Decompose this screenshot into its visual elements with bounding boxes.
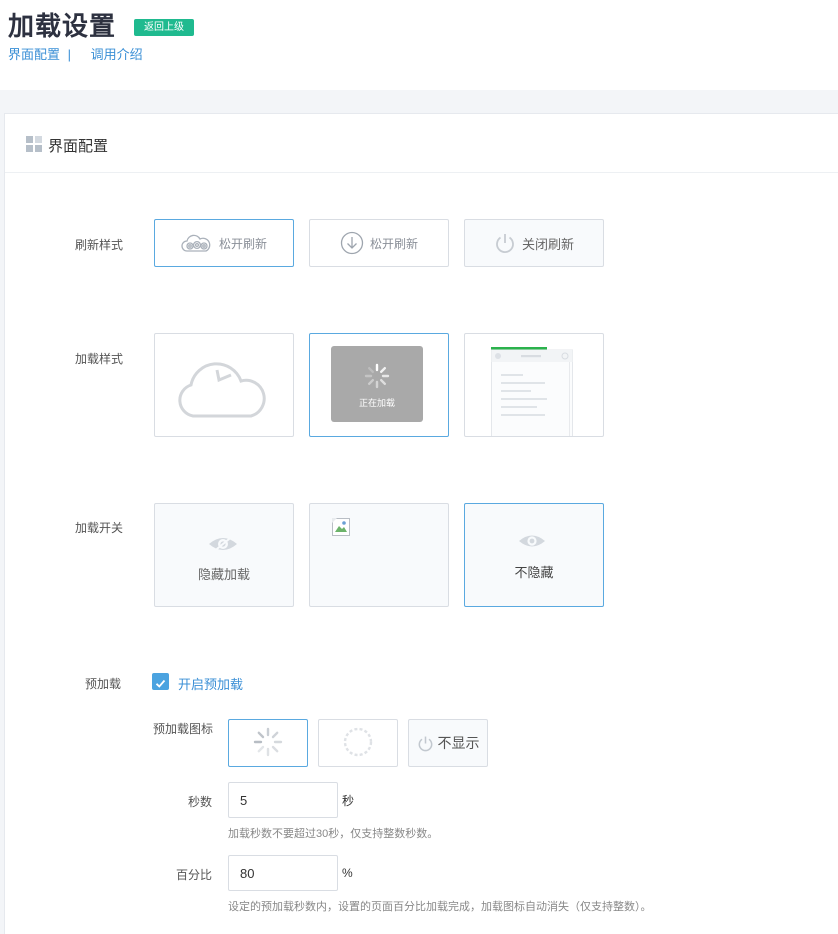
spinner-icon	[364, 363, 390, 394]
seconds-input[interactable]	[228, 782, 338, 818]
page-header: 加载设置 返回上级 界面配置 | 调用介绍	[0, 0, 838, 90]
panel-title: 界面配置	[48, 138, 109, 155]
preload-icon-label: 预加载图标	[152, 722, 213, 736]
load-style-label: 加载样式	[74, 352, 123, 366]
preload-label: 预加载	[84, 677, 121, 691]
eye-icon	[517, 531, 547, 556]
nav-link-ui-config[interactable]: 界面配置	[8, 44, 60, 63]
refresh-style-label: 刷新样式	[74, 238, 123, 252]
arrow-down-circle-icon	[340, 231, 364, 255]
preload-icon-none[interactable]: 不显示	[408, 719, 488, 767]
refresh-option-cloud[interactable]: 松开刷新	[154, 219, 294, 267]
cloud-swirl-icon	[181, 233, 213, 253]
preload-icon-spinner[interactable]	[228, 719, 308, 767]
load-option-cloud[interactable]	[154, 333, 294, 437]
percent-input[interactable]	[228, 855, 338, 891]
preload-icon-none-label: 不显示	[437, 735, 480, 751]
panel-header: 界面配置	[5, 114, 838, 173]
switch-option-label: 隐藏加载	[197, 567, 250, 582]
load-option-spinner[interactable]: 正在加载	[309, 333, 449, 437]
preload-icon-ring[interactable]	[318, 719, 398, 767]
seconds-unit: 秒	[342, 794, 355, 808]
percent-label: 百分比	[175, 868, 212, 882]
spinner-icon	[253, 727, 283, 760]
refresh-option-label: 松开刷新	[218, 236, 267, 251]
switch-option-show[interactable]: 不隐藏	[464, 503, 604, 607]
seconds-label: 秒数	[187, 795, 212, 809]
percent-hint: 设定的预加载秒数内，设置的页面百分比加载完成，加载图标自动消失（仅支持整数）。	[228, 901, 652, 913]
eye-slash-icon	[207, 533, 239, 560]
refresh-option-off[interactable]: 关闭刷新	[464, 219, 604, 267]
percent-unit: %	[342, 866, 353, 880]
broken-image-icon	[332, 518, 350, 541]
refresh-option-label: 关闭刷新	[521, 236, 574, 252]
load-switch-label: 加载开关	[74, 521, 123, 535]
page-title: 加载设置	[8, 11, 117, 41]
preload-checkbox-label[interactable]: 开启预加载	[178, 674, 243, 693]
nav-separator: |	[67, 47, 72, 62]
page-preview-icon	[491, 344, 573, 436]
refresh-option-label: 松开刷新	[369, 236, 418, 251]
cloud-clock-icon	[175, 350, 271, 425]
preload-checkbox[interactable]	[152, 673, 169, 690]
check-icon	[155, 676, 166, 694]
switch-option-label: 不隐藏	[514, 565, 554, 580]
loading-text: 正在加载	[358, 398, 395, 408]
loading-toast: 正在加载	[331, 346, 423, 422]
load-option-progress[interactable]	[464, 333, 604, 437]
back-button[interactable]: 返回上级	[134, 19, 194, 36]
switch-option-image[interactable]	[309, 503, 449, 607]
power-icon	[494, 232, 516, 254]
nav-link-usage[interactable]: 调用介绍	[91, 44, 143, 63]
header-nav: 界面配置 | 调用介绍	[8, 44, 143, 63]
grid-icon	[26, 136, 43, 153]
dotted-ring-icon	[342, 726, 374, 761]
refresh-option-arrow[interactable]: 松开刷新	[309, 219, 449, 267]
power-icon	[417, 735, 434, 752]
seconds-hint: 加载秒数不要超过30秒，仅支持整数秒数。	[228, 828, 439, 840]
switch-option-hide[interactable]: 隐藏加载	[154, 503, 294, 607]
